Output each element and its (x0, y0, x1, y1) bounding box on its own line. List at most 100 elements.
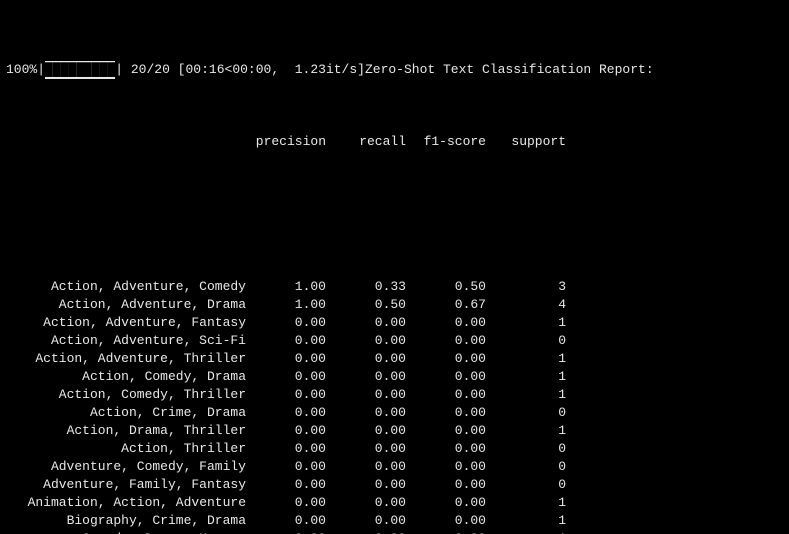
header-support: support (486, 133, 566, 151)
cell-support: 3 (486, 278, 566, 296)
blank-line (6, 206, 783, 224)
table-row: Biography, Crime, Drama0.000.000.001 (6, 512, 783, 530)
cell-f1: 0.00 (406, 530, 486, 534)
table-row: Action, Adventure, Comedy1.000.330.503 (6, 278, 783, 296)
progress-line: 100%|█████████| 20/20 [00:16<00:00, 1.23… (6, 61, 783, 79)
table-row: Animation, Action, Adventure0.000.000.00… (6, 494, 783, 512)
cell-precision: 0.00 (246, 458, 326, 476)
cell-support: 1 (486, 368, 566, 386)
cell-recall: 0.00 (326, 404, 406, 422)
cell-support: 0 (486, 332, 566, 350)
cell-f1: 0.00 (406, 476, 486, 494)
cell-precision: 0.00 (246, 476, 326, 494)
row-label: Action, Adventure, Fantasy (6, 314, 246, 332)
cell-recall: 0.00 (326, 368, 406, 386)
table-row: Action, Adventure, Drama1.000.500.674 (6, 296, 783, 314)
class-rows: Action, Adventure, Comedy1.000.330.503Ac… (6, 278, 783, 534)
row-label: Biography, Crime, Drama (6, 512, 246, 530)
cell-precision: 0.00 (246, 512, 326, 530)
terminal-output: 100%|█████████| 20/20 [00:16<00:00, 1.23… (0, 0, 789, 534)
cell-support: 0 (486, 476, 566, 494)
cell-recall: 0.50 (326, 296, 406, 314)
table-row: Action, Comedy, Thriller0.000.000.001 (6, 386, 783, 404)
table-row: Action, Adventure, Fantasy0.000.000.001 (6, 314, 783, 332)
cell-f1: 0.00 (406, 368, 486, 386)
table-row: Adventure, Comedy, Family0.000.000.000 (6, 458, 783, 476)
cell-support: 1 (486, 314, 566, 332)
cell-support: 4 (486, 296, 566, 314)
cell-support: 0 (486, 458, 566, 476)
progress-rate: 1.23it/s (295, 62, 357, 77)
cell-precision: 0.00 (246, 440, 326, 458)
cell-recall: 0.00 (326, 458, 406, 476)
row-label: Adventure, Family, Fantasy (6, 476, 246, 494)
cell-precision: 0.00 (246, 350, 326, 368)
cell-precision: 0.00 (246, 422, 326, 440)
table-row: Action, Adventure, Sci-Fi0.000.000.000 (6, 332, 783, 350)
cell-recall: 0.00 (326, 530, 406, 534)
table-row: Action, Drama, Thriller0.000.000.001 (6, 422, 783, 440)
cell-precision: 0.00 (246, 314, 326, 332)
cell-support: 1 (486, 512, 566, 530)
row-label: Action, Thriller (6, 440, 246, 458)
cell-precision: 0.00 (246, 530, 326, 534)
cell-recall: 0.00 (326, 386, 406, 404)
cell-recall: 0.00 (326, 476, 406, 494)
cell-f1: 0.00 (406, 494, 486, 512)
cell-support: 0 (486, 440, 566, 458)
cell-support: 1 (486, 494, 566, 512)
row-label: Action, Comedy, Drama (6, 368, 246, 386)
table-row: Action, Comedy, Drama0.000.000.001 (6, 368, 783, 386)
table-row: Adventure, Family, Fantasy0.000.000.000 (6, 476, 783, 494)
cell-recall: 0.00 (326, 422, 406, 440)
cell-precision: 1.00 (246, 296, 326, 314)
cell-recall: 0.33 (326, 278, 406, 296)
cell-f1: 0.00 (406, 404, 486, 422)
cell-f1: 0.67 (406, 296, 486, 314)
table-row: Comedy, Drama, Horror0.000.000.001 (6, 530, 783, 534)
cell-f1: 0.00 (406, 440, 486, 458)
header-recall: recall (326, 133, 406, 151)
cell-f1: 0.00 (406, 512, 486, 530)
row-label: Action, Adventure, Comedy (6, 278, 246, 296)
row-label: Action, Adventure, Drama (6, 296, 246, 314)
row-label: Adventure, Comedy, Family (6, 458, 246, 476)
cell-recall: 0.00 (326, 332, 406, 350)
cell-f1: 0.50 (406, 278, 486, 296)
progress-remaining: 00:00 (232, 62, 271, 77)
cell-f1: 0.00 (406, 350, 486, 368)
cell-recall: 0.00 (326, 440, 406, 458)
cell-support: 1 (486, 530, 566, 534)
cell-support: 1 (486, 386, 566, 404)
row-label: Action, Adventure, Thriller (6, 350, 246, 368)
report-title: Zero-Shot Text Classification Report: (365, 62, 654, 77)
cell-recall: 0.00 (326, 314, 406, 332)
row-label: Action, Crime, Drama (6, 404, 246, 422)
cell-support: 0 (486, 404, 566, 422)
cell-recall: 0.00 (326, 512, 406, 530)
cell-precision: 0.00 (246, 332, 326, 350)
progress-bar: █████████ (45, 61, 115, 79)
cell-precision: 0.00 (246, 494, 326, 512)
progress-percent: 100% (6, 62, 37, 77)
cell-f1: 0.00 (406, 314, 486, 332)
cell-recall: 0.00 (326, 350, 406, 368)
cell-support: 1 (486, 350, 566, 368)
row-label: Action, Drama, Thriller (6, 422, 246, 440)
cell-precision: 0.00 (246, 404, 326, 422)
table-row: Action, Thriller0.000.000.000 (6, 440, 783, 458)
row-label: Comedy, Drama, Horror (6, 530, 246, 534)
table-row: Action, Adventure, Thriller0.000.000.001 (6, 350, 783, 368)
progress-elapsed: 00:16 (185, 62, 224, 77)
table-row: Action, Crime, Drama0.000.000.000 (6, 404, 783, 422)
cell-f1: 0.00 (406, 422, 486, 440)
row-label: Animation, Action, Adventure (6, 494, 246, 512)
row-label: Action, Adventure, Sci-Fi (6, 332, 246, 350)
cell-f1: 0.00 (406, 458, 486, 476)
cell-precision: 0.00 (246, 368, 326, 386)
row-label: Action, Comedy, Thriller (6, 386, 246, 404)
header-precision: precision (246, 133, 326, 151)
progress-fill: █████████ (45, 61, 115, 79)
cell-f1: 0.00 (406, 386, 486, 404)
cell-recall: 0.00 (326, 494, 406, 512)
